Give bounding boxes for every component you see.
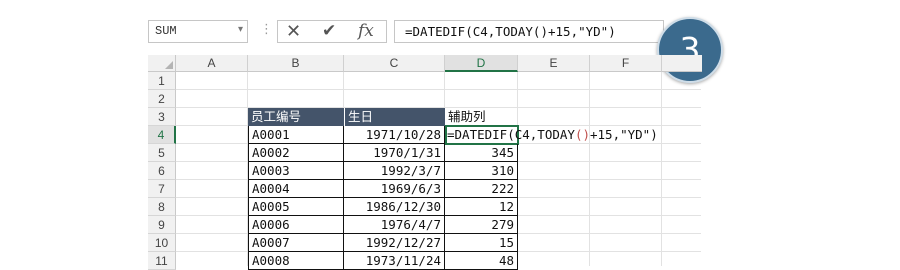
row-header[interactable]: 2: [148, 90, 176, 108]
gridline: [589, 72, 590, 266]
cell-helper[interactable]: 12: [445, 198, 518, 216]
drag-handle-icon[interactable]: ⋮: [260, 22, 273, 37]
column-header-f[interactable]: F: [590, 55, 662, 72]
header-cell-birthday[interactable]: 生日: [344, 108, 445, 126]
formula-paren: (): [574, 127, 590, 142]
column-header-c[interactable]: C: [344, 55, 445, 72]
cell-id[interactable]: A0004: [248, 180, 344, 198]
formula-text: =DATEDIF(C4,TODAY: [447, 127, 575, 142]
cell-birthday[interactable]: 1973/11/24: [344, 252, 445, 270]
column-header-e[interactable]: E: [518, 55, 590, 72]
cell-birthday[interactable]: 1969/6/3: [344, 180, 445, 198]
cell-id[interactable]: A0005: [248, 198, 344, 216]
enter-check-icon[interactable]: ✔: [322, 21, 336, 41]
formula-input[interactable]: =DATEDIF(C4,TODAY()+15,"YD"): [394, 20, 664, 43]
chevron-down-icon[interactable]: ▾: [238, 24, 243, 36]
row-header[interactable]: 8: [148, 198, 176, 216]
cell-birthday[interactable]: 1971/10/28: [344, 126, 445, 144]
row-header[interactable]: 11: [148, 252, 176, 270]
header-cell-helper[interactable]: 辅助列: [445, 108, 518, 126]
cell-birthday[interactable]: 1992/12/27: [344, 234, 445, 252]
column-header-next[interactable]: [662, 55, 702, 72]
cancel-icon[interactable]: ✕: [286, 21, 301, 42]
gridline: [176, 89, 701, 90]
select-all-corner[interactable]: [148, 55, 176, 72]
name-box-value: SUM: [155, 24, 177, 38]
cell-id[interactable]: A0001: [248, 126, 344, 144]
row-header[interactable]: 1: [148, 72, 176, 90]
row-header[interactable]: 7: [148, 180, 176, 198]
cell-id[interactable]: A0006: [248, 216, 344, 234]
cell-id[interactable]: A0002: [248, 144, 344, 162]
cell-id[interactable]: A0008: [248, 252, 344, 270]
cell-id[interactable]: A0007: [248, 234, 344, 252]
cell-birthday[interactable]: 1992/3/7: [344, 162, 445, 180]
row-header[interactable]: 5: [148, 144, 176, 162]
cell-helper[interactable]: 345: [445, 144, 518, 162]
formula-text: +15,"YD"): [590, 127, 658, 142]
cell-helper[interactable]: 310: [445, 162, 518, 180]
row-header[interactable]: 4: [148, 126, 176, 144]
cell-helper[interactable]: 222: [445, 180, 518, 198]
column-header-a[interactable]: A: [176, 55, 248, 72]
cell-id[interactable]: A0003: [248, 162, 344, 180]
row-header[interactable]: 3: [148, 108, 176, 126]
cell-helper[interactable]: 48: [445, 252, 518, 270]
cell-birthday[interactable]: 1976/4/7: [344, 216, 445, 234]
formula-buttons: ✕ ✔ fx: [277, 20, 387, 43]
cell-birthday[interactable]: 1970/1/31: [344, 144, 445, 162]
row-header[interactable]: 9: [148, 216, 176, 234]
editing-formula[interactable]: =DATEDIF(C4,TODAY()+15,"YD"): [447, 126, 658, 144]
header-cell-id[interactable]: 员工编号: [248, 108, 344, 126]
step-badge: 3: [657, 17, 723, 83]
row-header[interactable]: 10: [148, 234, 176, 252]
insert-function-icon[interactable]: fx: [358, 21, 374, 41]
row-header[interactable]: 6: [148, 162, 176, 180]
cell-birthday[interactable]: 1986/12/30: [344, 198, 445, 216]
name-box[interactable]: SUM ▾: [148, 20, 248, 43]
column-header-b[interactable]: B: [248, 55, 344, 72]
gridline: [661, 72, 662, 266]
column-header-d[interactable]: D: [445, 55, 518, 72]
cell-helper[interactable]: 15: [445, 234, 518, 252]
cell-helper[interactable]: 279: [445, 216, 518, 234]
